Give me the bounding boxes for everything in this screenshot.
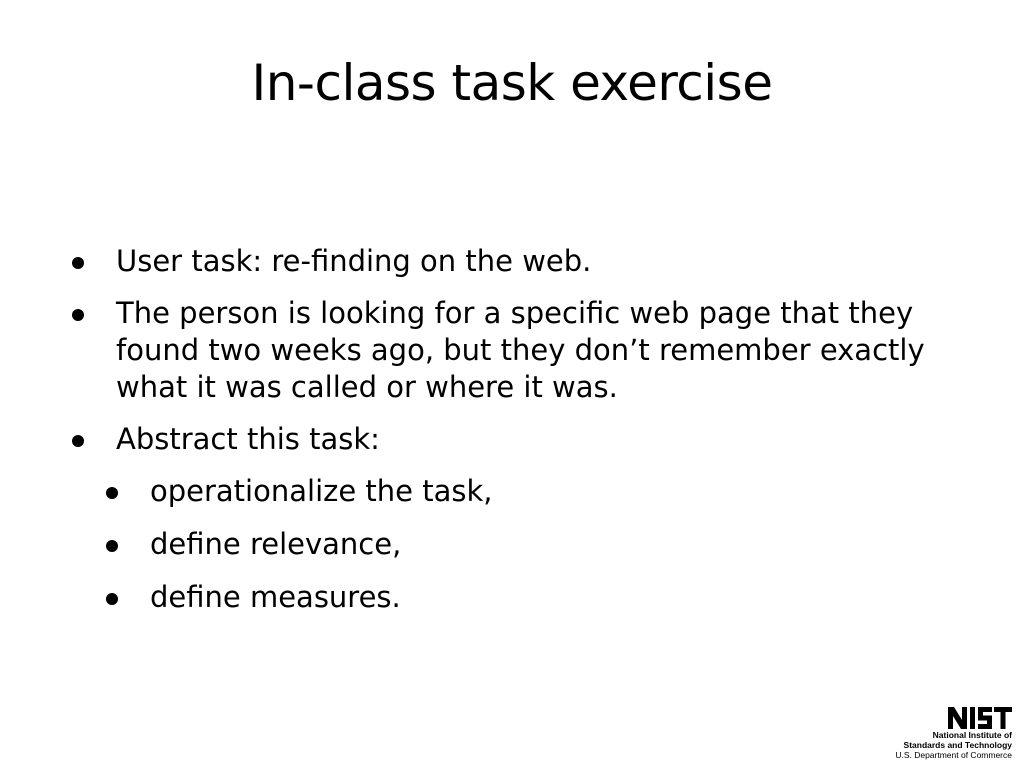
- logo-line-2: Standards and Technology: [903, 740, 1012, 750]
- nist-wordmark-icon: [948, 707, 1012, 729]
- bullet-dot-icon: [106, 487, 118, 499]
- logo-line-1: National Institute of: [932, 730, 1012, 740]
- bullet-text: define measures.: [150, 580, 401, 614]
- bullet-list: User task: re-finding on the web. The pe…: [72, 243, 972, 632]
- bullet-item-person-description: The person is looking for a specific web…: [72, 295, 972, 406]
- bullet-dot-icon: [72, 435, 84, 447]
- bullet-text: User task: re-finding on the web.: [116, 244, 592, 278]
- bullet-text: define relevance,: [150, 527, 402, 561]
- slide: In-class task exercise User task: re-fin…: [0, 0, 1024, 768]
- slide-title: In-class task exercise: [251, 54, 773, 112]
- bullet-item-user-task: User task: re-finding on the web.: [72, 243, 972, 280]
- bullet-dot-icon: [72, 257, 84, 269]
- bullet-text: The person is looking for a specific web…: [116, 296, 925, 404]
- bullet-dot-icon: [106, 593, 118, 605]
- nist-logo: National Institute of Standards and Tech…: [887, 707, 1012, 760]
- bullet-text: operationalize the task,: [150, 474, 493, 508]
- bullet-item-abstract-task: Abstract this task:: [72, 421, 972, 458]
- sub-bullet-item-operationalize: operationalize the task,: [72, 473, 972, 510]
- sub-bullet-item-relevance: define relevance,: [72, 526, 972, 563]
- bullet-dot-icon: [106, 540, 118, 552]
- logo-line-3: U.S. Department of Commerce: [895, 750, 1012, 760]
- bullet-text: Abstract this task:: [116, 422, 380, 456]
- sub-bullet-item-measures: define measures.: [72, 579, 972, 616]
- bullet-dot-icon: [72, 309, 84, 321]
